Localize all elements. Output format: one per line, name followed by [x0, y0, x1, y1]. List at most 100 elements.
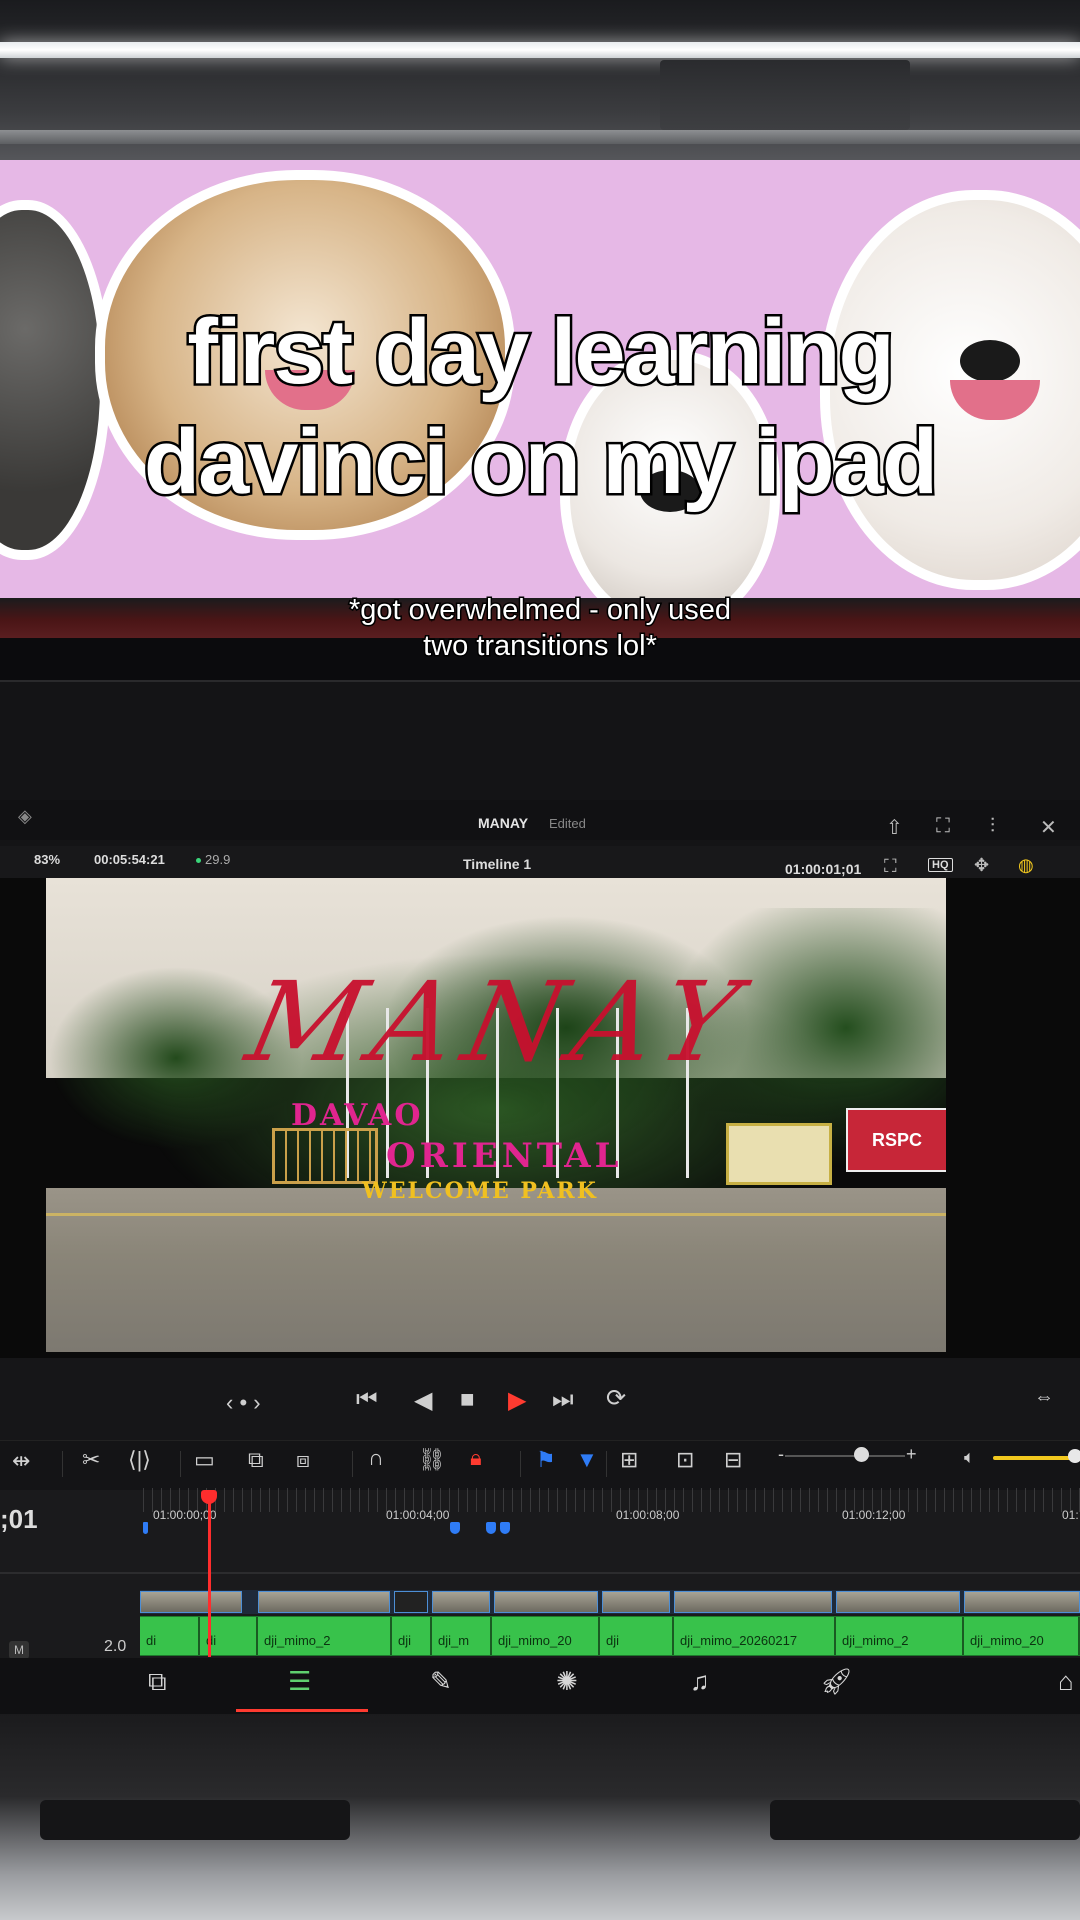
video-sign-davao: DAVAO [291, 1098, 424, 1133]
trim-mode-icon[interactable]: ⇹ [12, 1448, 30, 1474]
video-clip[interactable] [140, 1591, 242, 1613]
timeline-ruler[interactable] [143, 1488, 1080, 1512]
timeline-marker[interactable] [500, 1522, 510, 1534]
playhead[interactable] [208, 1492, 211, 1657]
timeline-name[interactable]: Timeline 1 [463, 856, 531, 872]
volume-icon[interactable]: 🔈︎ [964, 1447, 975, 1468]
ipad-stand-right [770, 1800, 1080, 1840]
video-clip[interactable] [836, 1591, 960, 1613]
clip-nav-control[interactable]: ‹ • › [226, 1390, 261, 1416]
deliver-page-icon[interactable]: 🚀︎ [820, 1666, 853, 1697]
video-clip[interactable] [258, 1591, 390, 1613]
marker-icon[interactable]: ▼ [576, 1447, 598, 1473]
sign-frame [272, 1128, 378, 1184]
ruler-label: 01:00:00;00 [153, 1508, 217, 1522]
audio-clip[interactable]: di [140, 1617, 200, 1655]
monitor-top-rail [0, 130, 1080, 144]
toolbar-divider [606, 1451, 607, 1477]
share-icon[interactable]: ⇧ [886, 815, 903, 840]
audio-clip[interactable]: dji [392, 1617, 432, 1655]
link-icon[interactable]: ⛓ [418, 1447, 446, 1473]
project-name: MANAY [478, 815, 529, 831]
volume-knob[interactable] [1068, 1449, 1080, 1463]
audio-clip[interactable]: dji_mimo_20260217 [674, 1617, 836, 1655]
viewer-fullscreen-icon[interactable]: ⇔ [1034, 1386, 1054, 1409]
zoom-full-icon[interactable]: ⊞ [620, 1447, 638, 1473]
hq-badge[interactable]: HQ [928, 858, 953, 872]
davinci-logo-icon[interactable]: ◈ [18, 806, 40, 826]
audio-clip[interactable]: dji_m [432, 1617, 492, 1655]
zoom-out-icon[interactable]: - [778, 1444, 784, 1465]
zoom-detail-icon[interactable]: ⊡ [676, 1447, 694, 1473]
edit-page-icon[interactable]: ☰ [288, 1666, 311, 1697]
timeline-marker[interactable] [486, 1522, 496, 1534]
ruler-label: 01: [1062, 1508, 1079, 1522]
timeline-marker[interactable] [450, 1522, 460, 1534]
replace-clip-icon[interactable]: ⧈ [296, 1447, 310, 1473]
fps-indicator-dot [196, 858, 201, 864]
video-clip[interactable] [394, 1591, 428, 1613]
video-road-line [46, 1213, 946, 1216]
reverse-play-button[interactable]: ◀ [414, 1386, 432, 1415]
home-icon[interactable]: ⌂ [1058, 1666, 1074, 1697]
safe-area-icon[interactable]: ⛶ [884, 856, 897, 877]
media-page-icon[interactable]: ⧉ [148, 1666, 167, 1698]
insert-clip-icon[interactable]: ▭ [194, 1447, 215, 1473]
flag-icon[interactable]: ⚑ [536, 1447, 556, 1473]
ceiling-light [0, 42, 1080, 58]
viewer-zoom-level[interactable]: 83% [34, 852, 60, 867]
overwrite-clip-icon[interactable]: ⧉ [248, 1447, 264, 1473]
blade-icon[interactable]: ✂ [82, 1447, 100, 1473]
fairlight-page-icon[interactable]: ♫ [690, 1666, 710, 1697]
audio-clip[interactable]: dji_mimo_2 [258, 1617, 392, 1655]
timeline-zoom-slider[interactable] [785, 1455, 905, 1457]
headline-line-2: davinci on my ipad [141, 409, 940, 516]
audio-clip[interactable]: dji_mimo_2 [836, 1617, 964, 1655]
video-sign-script: MANAY [237, 958, 761, 1086]
fullscreen-icon[interactable]: ⛶ [936, 815, 950, 838]
go-to-end-button[interactable]: ⏭ [552, 1386, 574, 1414]
video-sign-welcome: WELCOME PARK [362, 1178, 598, 1204]
project-status: Edited [549, 816, 586, 831]
color-page-icon[interactable]: ✺ [556, 1666, 578, 1697]
stop-button[interactable]: ■ [460, 1386, 475, 1414]
tools-icon[interactable]: ✕ [1040, 815, 1057, 840]
transform-icon[interactable]: ✥ [974, 855, 989, 876]
audio-clip[interactable]: dji_mimo_20 [964, 1617, 1080, 1655]
loop-icon[interactable]: ⟳ [606, 1384, 626, 1413]
zoom-custom-icon[interactable]: ⊟ [724, 1447, 742, 1473]
ruler-label: 01:00:08;00 [616, 1508, 680, 1522]
slip-icon[interactable]: ⟨|⟩ [128, 1447, 151, 1473]
snapping-magnet-icon[interactable]: ∩ [368, 1445, 384, 1471]
subtitle-line-1: *got overwhelmed - only used [347, 593, 732, 628]
video-clip[interactable] [674, 1591, 832, 1613]
monitor-bracket [660, 60, 910, 130]
timeline-marker[interactable] [143, 1522, 148, 1534]
zoom-in-icon[interactable]: + [906, 1444, 917, 1465]
audio-clip[interactable]: dji [600, 1617, 674, 1655]
volume-slider[interactable] [993, 1456, 1073, 1460]
frame-rate: 29.9 [196, 852, 230, 867]
effects-page-icon[interactable]: ✎ [430, 1666, 452, 1697]
color-wheel-icon[interactable]: ◍ [1018, 855, 1034, 876]
position-lock-icon[interactable]: 🔒︎ [470, 1445, 482, 1471]
play-button[interactable]: ▶ [508, 1386, 526, 1415]
toolbar-divider [352, 1451, 353, 1477]
toolbar-divider [520, 1451, 521, 1477]
mixer-icon[interactable]: ⫶ [990, 815, 995, 838]
fps-value: 29.9 [205, 852, 231, 867]
audio-clip[interactable]: dji_mimo_20 [492, 1617, 600, 1655]
video-clip[interactable] [432, 1591, 490, 1613]
current-timecode: 01:00:01;01 [785, 861, 862, 877]
headline-line-1: first day learning [185, 299, 897, 406]
video-preview[interactable]: MANAY DAVAO ORIENTAL WELCOME PARK RSPC [46, 878, 946, 1352]
video-clip[interactable] [602, 1591, 670, 1613]
track-mute-button[interactable]: M [9, 1641, 29, 1659]
timeline-zoom-knob[interactable] [854, 1447, 869, 1462]
track-volume-level: 2.0 [104, 1638, 127, 1655]
toolbar-divider [62, 1451, 63, 1477]
video-clip[interactable] [964, 1591, 1080, 1613]
app-title-bar [0, 800, 1080, 840]
video-clip[interactable] [494, 1591, 598, 1613]
go-to-start-button[interactable]: ⏮ [356, 1386, 378, 1414]
